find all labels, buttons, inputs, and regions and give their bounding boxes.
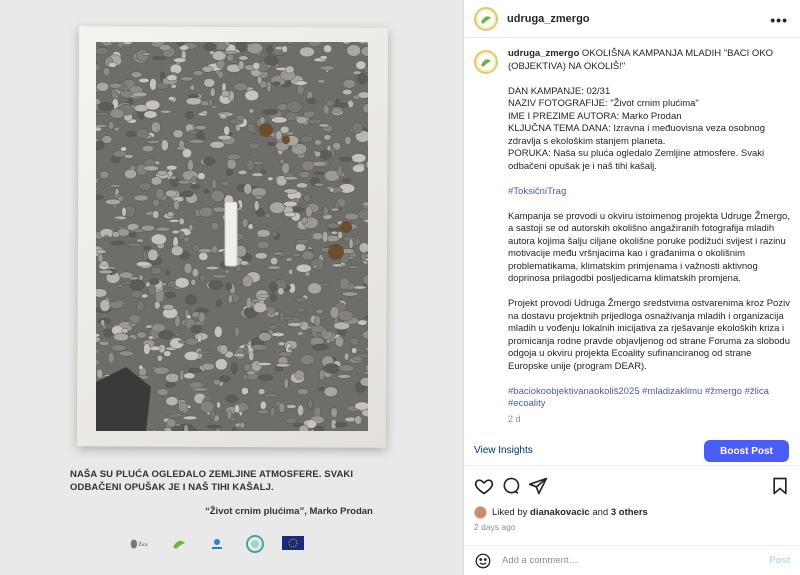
emoji-icon[interactable]	[474, 552, 492, 570]
boost-post-button[interactable]: Boost Post	[704, 440, 789, 462]
partner-logos: Žica	[130, 533, 304, 555]
image-author-line: “Život crnim plućima”, Marko Prodan	[205, 506, 373, 517]
post-header: udruga_zmergo •••	[464, 0, 800, 38]
liker-username[interactable]: dianakovacic	[530, 507, 590, 518]
heart-icon[interactable]	[474, 476, 494, 496]
ecoality-logo	[244, 533, 266, 555]
caption-username[interactable]: udruga_zmergo	[508, 48, 579, 59]
send-icon[interactable]	[528, 476, 548, 496]
caption-body: udruga_zmergo OKOLIŠNA KAMPANJA MLADIH "…	[508, 48, 790, 426]
caption-avatar[interactable]	[474, 50, 498, 74]
more-horizontal-icon[interactable]: •••	[770, 12, 788, 28]
insights-row: View Insights Boost Post	[464, 436, 800, 466]
post-timestamp: 2 days ago	[474, 522, 516, 532]
caption-time: 2 d	[508, 414, 521, 424]
likes-summary: Liked by dianakovacic and 3 others	[474, 506, 648, 519]
bookmark-icon[interactable]	[770, 476, 790, 496]
view-insights-link[interactable]: View Insights	[474, 445, 533, 456]
forum-logo	[206, 533, 228, 555]
hashtags-link[interactable]: #baciokoobjektivanaokoliš2025 #mladizakl…	[508, 386, 769, 410]
zica-logo-text: Žica	[138, 540, 148, 548]
gravel-photo	[96, 42, 368, 431]
avatar[interactable]	[474, 6, 498, 31]
comment-box: Post	[464, 545, 800, 575]
caption-details: DAN KAMPANJE: 02/31 NAZIV FOTOGRAFIJE: "…	[508, 85, 765, 172]
post-sidebar: udruga_zmergo ••• udruga_zmergo OKOLIŠNA…	[463, 0, 800, 575]
likes-and: and	[592, 507, 609, 518]
post-photo	[96, 42, 368, 431]
comment-icon[interactable]	[501, 476, 521, 496]
action-bar	[474, 476, 790, 500]
liker-avatar[interactable]	[474, 506, 487, 519]
caption-area: udruga_zmergo OKOLIŠNA KAMPANJA MLADIH "…	[464, 38, 800, 435]
zmergo-logo	[168, 533, 190, 555]
caption-paragraph: Projekt provodi Udruga Žmergo sredstvima…	[508, 298, 791, 372]
eu-flag-logo	[282, 533, 304, 555]
post-comment-button[interactable]: Post	[769, 555, 790, 566]
caption-paragraph: Kampanja se provodi u okviru istoimenog …	[508, 210, 790, 285]
likes-others-link[interactable]: 3 others	[611, 507, 648, 518]
post-media: NAŠA SU PLUĆA OGLEDALO ZEMLJINE ATMOSFER…	[0, 0, 463, 575]
zica-logo: Žica	[130, 533, 152, 555]
zmergo-avatar-icon	[481, 15, 491, 24]
header-username[interactable]: udruga_zmergo	[507, 13, 590, 25]
likes-prefix: Liked by	[492, 507, 528, 518]
zmergo-avatar-icon	[481, 59, 491, 67]
hashtag-link[interactable]: #ToksičniTrag	[508, 186, 566, 197]
image-caption-text: NAŠA SU PLUĆA OGLEDALO ZEMLJINE ATMOSFER…	[70, 469, 354, 493]
comment-input[interactable]	[502, 555, 770, 566]
